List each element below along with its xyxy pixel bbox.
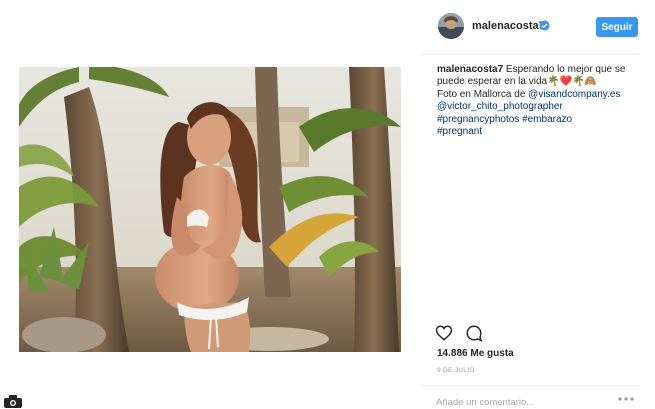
more-options-icon[interactable] bbox=[617, 396, 635, 402]
post-sidebar: malenacosta7 Seguir malenacosta7 Esperan… bbox=[420, 0, 655, 409]
post-caption: malenacosta7 Esperando lo mejor que se p… bbox=[437, 64, 637, 138]
heart-icon[interactable] bbox=[435, 324, 453, 342]
post-actions bbox=[435, 324, 495, 344]
mention-victor-chito[interactable]: @victor_chito_photographer bbox=[437, 101, 563, 112]
hashtag-pregnant[interactable]: #pregnant bbox=[437, 126, 482, 137]
comment-input[interactable] bbox=[436, 395, 616, 409]
comment-icon[interactable] bbox=[465, 324, 483, 342]
follow-button[interactable]: Seguir bbox=[596, 17, 638, 37]
camera-icon[interactable] bbox=[3, 394, 23, 408]
caption-username[interactable]: malenacosta7 bbox=[437, 64, 503, 75]
likes-count[interactable]: 14.886 Me gusta bbox=[437, 348, 514, 359]
avatar[interactable] bbox=[438, 13, 464, 39]
post-photo[interactable] bbox=[19, 67, 401, 352]
mention-visandcompany[interactable]: @visandcompany.es bbox=[528, 89, 620, 100]
verified-badge-icon bbox=[539, 20, 550, 31]
post-header: malenacosta7 Seguir bbox=[420, 0, 640, 55]
post-date: 9 DE JULIO bbox=[437, 367, 475, 374]
caption-photo-credit: Foto en Mallorca de bbox=[437, 88, 529, 100]
post-photo-scene bbox=[19, 67, 401, 352]
header-username[interactable]: malenacosta7 bbox=[472, 20, 545, 32]
comment-bar bbox=[420, 385, 640, 409]
hashtag-line-1[interactable]: #pregnancyphotos #embarazo bbox=[437, 114, 572, 125]
